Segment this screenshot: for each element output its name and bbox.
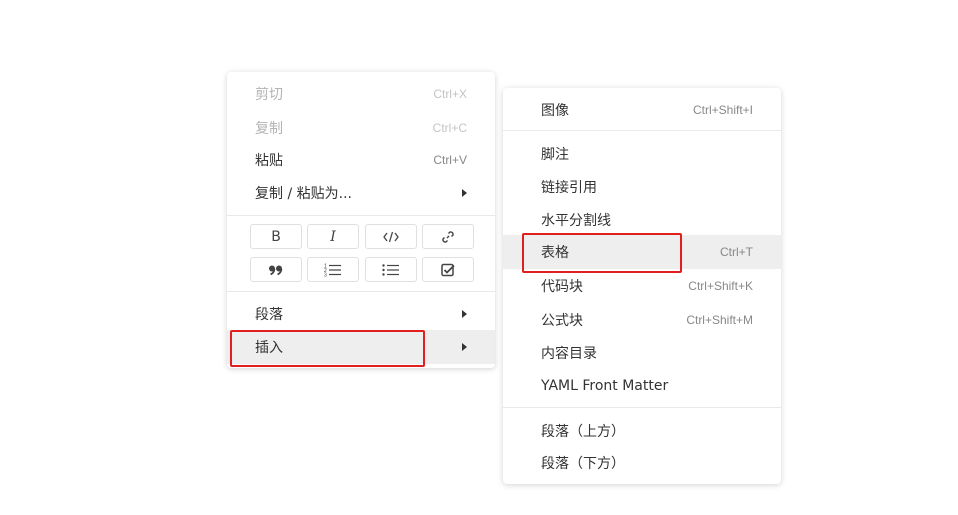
- menu-item-label: 内容目录: [541, 346, 597, 362]
- code-icon: [383, 231, 399, 242]
- shortcut-label: Ctrl+C: [432, 121, 467, 135]
- menu-item-label: 段落（下方）: [541, 456, 625, 472]
- menu-item-yaml-front-matter[interactable]: YAML Front Matter: [503, 370, 781, 402]
- menu-item-toc[interactable]: 内容目录: [503, 337, 781, 369]
- menu-item-paste[interactable]: 粘贴 Ctrl+V: [227, 144, 495, 176]
- submenu-arrow-icon: [462, 343, 467, 351]
- submenu-arrow-icon: [462, 189, 467, 197]
- menu-divider: [227, 215, 495, 216]
- shortcut-label: Ctrl+X: [433, 87, 467, 101]
- menu-item-label: 表格: [541, 245, 569, 261]
- menu-item-footnote[interactable]: 脚注: [503, 138, 781, 170]
- menu-item-label: YAML Front Matter: [541, 378, 669, 394]
- ordered-list-button[interactable]: 1 2 3: [307, 257, 359, 282]
- menu-item-label: 剪切: [255, 87, 283, 103]
- menu-item-label: 水平分割线: [541, 213, 611, 229]
- svg-text:3: 3: [324, 272, 327, 277]
- menu-item-label: 脚注: [541, 147, 569, 163]
- menu-divider: [503, 407, 781, 408]
- ordered-list-icon: 1 2 3: [324, 263, 341, 277]
- menu-divider: [227, 291, 495, 292]
- menu-item-math-block[interactable]: 公式块 Ctrl+Shift+M: [503, 304, 781, 336]
- bold-button[interactable]: B: [250, 224, 302, 249]
- menu-item-horizontal-rule[interactable]: 水平分割线: [503, 204, 781, 236]
- link-icon: [442, 230, 454, 243]
- menu-item-paragraph-below[interactable]: 段落（下方）: [503, 447, 781, 479]
- shortcut-label: Ctrl+T: [720, 245, 753, 259]
- italic-button[interactable]: I: [307, 224, 359, 249]
- unordered-list-icon: [382, 263, 399, 276]
- context-menu: 剪切 Ctrl+X 复制 Ctrl+C 粘贴 Ctrl+V 复制 / 粘贴为..…: [227, 72, 495, 368]
- menu-item-label: 复制 / 粘贴为...: [255, 186, 352, 202]
- menu-item-paragraph[interactable]: 段落: [227, 298, 495, 330]
- shortcut-label: Ctrl+Shift+M: [686, 313, 753, 327]
- insert-submenu: 图像 Ctrl+Shift+I 脚注 链接引用 水平分割线 表格 Ctrl+T …: [503, 88, 781, 484]
- menu-item-label: 代码块: [541, 279, 583, 295]
- code-button[interactable]: [365, 224, 417, 249]
- italic-icon: I: [330, 228, 336, 245]
- menu-item-table[interactable]: 表格 Ctrl+T: [503, 235, 781, 269]
- menu-item-link-reference[interactable]: 链接引用: [503, 171, 781, 203]
- menu-item-label: 复制: [255, 121, 283, 137]
- shortcut-label: Ctrl+Shift+K: [688, 279, 753, 293]
- menu-item-label: 公式块: [541, 313, 583, 329]
- shortcut-label: Ctrl+V: [433, 153, 467, 167]
- menu-item-label: 段落（上方）: [541, 424, 625, 440]
- menu-item-cut[interactable]: 剪切 Ctrl+X: [227, 78, 495, 110]
- submenu-arrow-icon: [462, 310, 467, 318]
- menu-item-label: 链接引用: [541, 180, 597, 196]
- menu-item-label: 粘贴: [255, 153, 283, 169]
- link-button[interactable]: [422, 224, 474, 249]
- quote-button[interactable]: [250, 257, 302, 282]
- menu-item-copy[interactable]: 复制 Ctrl+C: [227, 112, 495, 144]
- task-list-button[interactable]: [422, 257, 474, 282]
- menu-item-label: 段落: [255, 307, 283, 323]
- menu-item-label: 图像: [541, 103, 569, 119]
- menu-item-image[interactable]: 图像 Ctrl+Shift+I: [503, 94, 781, 126]
- quote-icon: [269, 265, 283, 275]
- bold-icon: B: [271, 228, 281, 245]
- menu-divider: [503, 130, 781, 131]
- menu-item-copy-paste-as[interactable]: 复制 / 粘贴为...: [227, 177, 495, 209]
- shortcut-label: Ctrl+Shift+I: [692, 103, 753, 117]
- menu-item-insert[interactable]: 插入: [227, 330, 495, 364]
- checkbox-icon: [441, 263, 455, 276]
- menu-item-code-block[interactable]: 代码块 Ctrl+Shift+K: [503, 270, 781, 302]
- menu-item-label: 插入: [255, 340, 283, 356]
- menu-item-paragraph-above[interactable]: 段落（上方）: [503, 415, 781, 447]
- unordered-list-button[interactable]: [365, 257, 417, 282]
